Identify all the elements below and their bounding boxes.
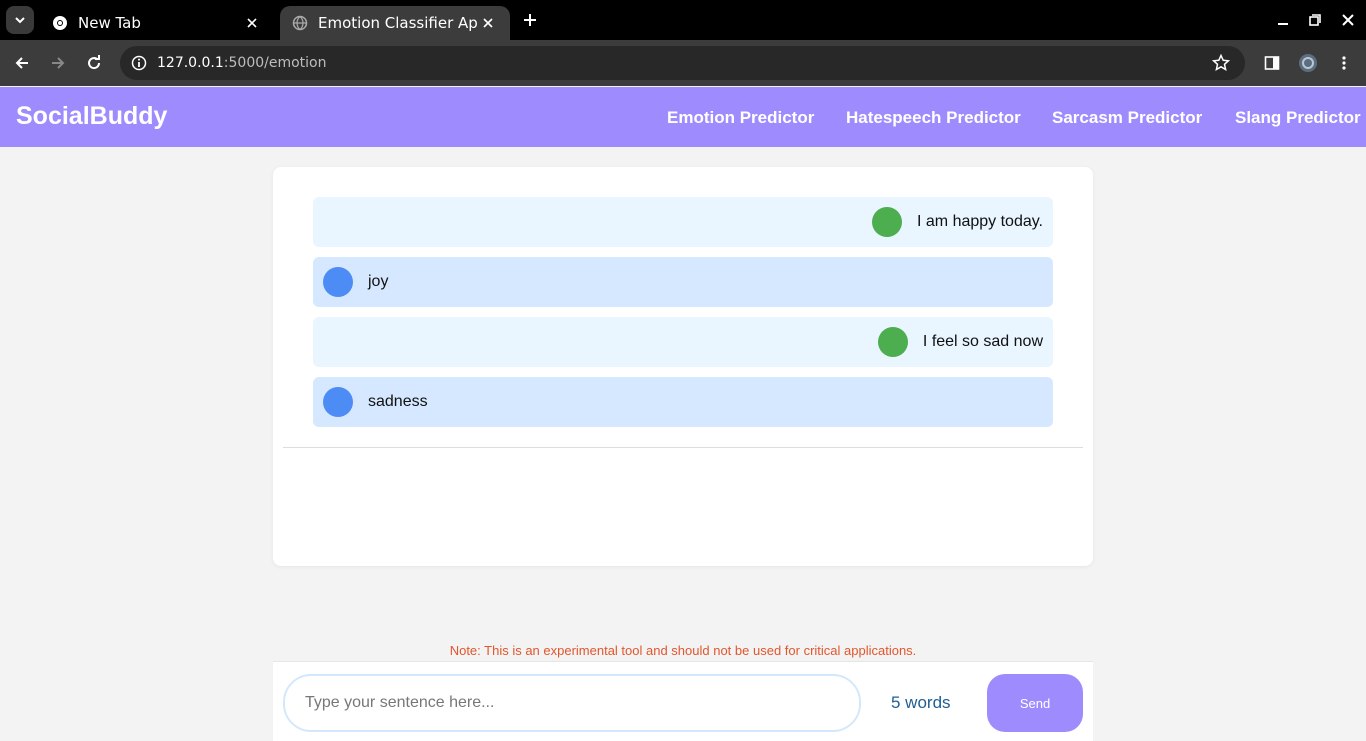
app-navbar: SocialBuddy Emotion Predictor Hatespeech… (0, 87, 1366, 147)
sentence-input[interactable] (283, 674, 861, 732)
close-icon (1342, 14, 1354, 26)
bookmark-star-icon[interactable] (1209, 51, 1233, 75)
back-button[interactable] (10, 51, 34, 75)
nav-link-slang-predictor[interactable]: Slang Predictor (1235, 108, 1361, 128)
arrow-right-icon (52, 57, 65, 69)
forward-button[interactable] (46, 51, 70, 75)
side-panel-button[interactable] (1260, 51, 1284, 75)
send-button[interactable]: Send (987, 674, 1083, 732)
reload-button[interactable] (82, 51, 106, 75)
arrow-left-icon (15, 57, 28, 69)
browser-tab-new-tab[interactable]: New Tab (40, 6, 274, 40)
reload-icon (88, 55, 101, 70)
browser-tabstrip: New Tab Emotion Classifier App (0, 0, 1366, 40)
nav-link-hatespeech-predictor[interactable]: Hatespeech Predictor (846, 108, 1021, 128)
nav-link-sarcasm-predictor[interactable]: Sarcasm Predictor (1052, 108, 1202, 128)
close-tab-icon[interactable] (242, 13, 262, 33)
input-bar: 5 words Send (273, 661, 1093, 741)
user-avatar (872, 207, 902, 237)
tab-title: Emotion Classifier App (318, 14, 478, 32)
chrome-icon (53, 16, 67, 30)
globe-icon (292, 15, 308, 31)
message-text: sadness (368, 393, 428, 410)
brand-logo[interactable]: SocialBuddy (16, 102, 167, 131)
site-info-icon[interactable] (122, 46, 156, 80)
restore-icon (1309, 14, 1321, 26)
profile-button[interactable] (1296, 51, 1320, 75)
url-text: 127.0.0.1:5000/emotion (157, 55, 327, 71)
chat-divider (283, 447, 1083, 448)
user-message: I am happy today. (313, 197, 1053, 247)
browser-tab-emotion-classifier[interactable]: Emotion Classifier App (280, 6, 510, 40)
url-path: :5000/emotion (223, 55, 327, 71)
message-text: I feel so sad now (922, 333, 1043, 350)
browser-toolbar: 127.0.0.1:5000/emotion (0, 40, 1366, 86)
browser-menu-button[interactable] (1332, 51, 1356, 75)
disclaimer-note: Note: This is an experimental tool and s… (449, 643, 917, 658)
tab-title: New Tab (78, 14, 141, 32)
tab-search-button[interactable] (6, 6, 34, 34)
close-window-button[interactable] (1338, 10, 1358, 30)
message-text: I am happy today. (917, 213, 1043, 230)
bot-avatar (323, 387, 353, 417)
url-host: 127.0.0.1 (157, 55, 224, 71)
chat-container: I am happy today. joy I feel so sad now … (273, 167, 1093, 566)
new-tab-button[interactable] (518, 8, 542, 32)
maximize-button[interactable] (1305, 10, 1325, 30)
chevron-down-icon (15, 17, 25, 24)
nav-link-emotion-predictor[interactable]: Emotion Predictor (667, 108, 814, 128)
more-vertical-icon (1342, 56, 1346, 70)
close-tab-icon[interactable] (478, 13, 498, 33)
bot-avatar (323, 267, 353, 297)
address-bar[interactable]: 127.0.0.1:5000/emotion (120, 46, 1245, 80)
word-count: 5 words (891, 693, 951, 712)
side-panel-icon (1264, 56, 1280, 70)
bot-message: joy (313, 257, 1053, 307)
bot-message: sadness (313, 377, 1053, 427)
message-text: joy (368, 273, 389, 290)
profile-avatar-icon (1299, 54, 1317, 72)
user-avatar (877, 327, 908, 357)
plus-icon (524, 14, 536, 26)
minimize-icon (1278, 23, 1288, 25)
minimize-button[interactable] (1273, 10, 1293, 30)
user-message: I feel so sad now (313, 317, 1053, 367)
